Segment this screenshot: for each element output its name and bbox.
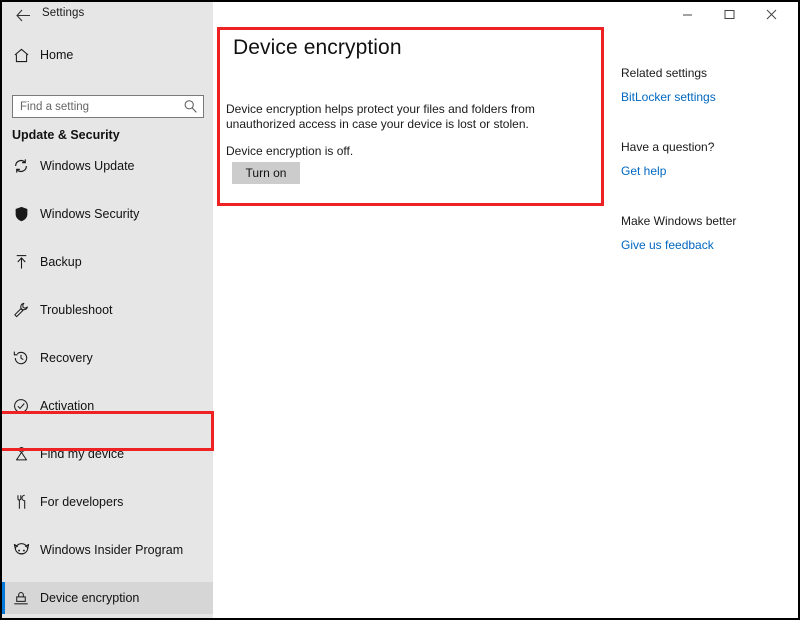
sidebar-item-label: Activation — [40, 399, 94, 413]
sidebar-item-label: Device encryption — [40, 591, 139, 605]
sidebar-item-troubleshoot[interactable]: Troubleshoot — [2, 294, 213, 326]
sidebar-item-windows-update[interactable]: Windows Update — [2, 150, 213, 182]
sidebar-item-for-developers[interactable]: For developers — [2, 486, 213, 518]
maximize-button[interactable] — [710, 2, 748, 27]
back-arrow-icon[interactable] — [10, 4, 36, 26]
have-a-question-heading: Have a question? — [621, 140, 791, 154]
wrench-icon — [2, 302, 40, 318]
make-windows-better-group: Make Windows better Give us feedback — [621, 214, 791, 254]
sidebar-item-label: Recovery — [40, 351, 93, 365]
tools-icon — [2, 494, 40, 510]
sidebar-item-windows-insider-program[interactable]: Windows Insider Program — [2, 534, 213, 566]
sidebar-item-label: Backup — [40, 255, 82, 269]
sidebar-item-label: Troubleshoot — [40, 303, 113, 317]
give-us-feedback-link[interactable]: Give us feedback — [621, 238, 714, 252]
sidebar-nav-list: Windows Update Windows Security — [2, 150, 213, 620]
sidebar-item-label: For developers — [40, 495, 123, 509]
make-windows-better-heading: Make Windows better — [621, 214, 791, 228]
search-box[interactable] — [12, 95, 204, 118]
sidebar-item-label: Windows Update — [40, 159, 135, 173]
sidebar: Home Update & Security — [2, 28, 213, 618]
upload-arrow-icon — [2, 254, 40, 270]
ninja-cat-icon — [2, 543, 40, 558]
page-title: Device encryption — [233, 36, 402, 60]
sidebar-item-device-encryption[interactable]: Device encryption — [2, 582, 213, 614]
sidebar-item-label: Windows Insider Program — [40, 543, 183, 557]
bitlocker-settings-link[interactable]: BitLocker settings — [621, 90, 716, 104]
sidebar-item-label: Find my device — [40, 447, 124, 461]
get-help-link[interactable]: Get help — [621, 164, 666, 178]
minimize-button[interactable] — [668, 2, 706, 27]
close-button[interactable] — [752, 2, 790, 27]
history-clock-icon — [2, 350, 40, 366]
sidebar-item-backup[interactable]: Backup — [2, 246, 213, 278]
settings-window: Settings Home — [0, 0, 800, 620]
sidebar-item-find-my-device[interactable]: Find my device — [2, 438, 213, 470]
sidebar-item-recovery[interactable]: Recovery — [2, 342, 213, 374]
related-settings-panel: Related settings BitLocker settings Have… — [621, 66, 791, 288]
encryption-status-text: Device encryption is off. — [226, 144, 353, 158]
description-text: Device encryption helps protect your fil… — [226, 102, 556, 132]
app-title: Settings — [42, 7, 84, 19]
turn-on-button[interactable]: Turn on — [232, 162, 300, 184]
sidebar-item-activation[interactable]: Activation — [2, 390, 213, 422]
title-bar: Settings — [2, 2, 798, 28]
related-settings-group: Related settings BitLocker settings — [621, 66, 791, 106]
sidebar-item-label-home: Home — [40, 48, 73, 62]
sync-icon — [2, 158, 40, 174]
check-circle-icon — [2, 398, 40, 414]
related-settings-heading: Related settings — [621, 66, 791, 80]
home-icon — [2, 47, 40, 64]
sidebar-item-windows-security[interactable]: Windows Security — [2, 198, 213, 230]
shield-icon — [2, 206, 40, 222]
sidebar-category-title: Update & Security — [12, 128, 120, 142]
sidebar-item-label: Windows Security — [40, 207, 139, 221]
have-a-question-group: Have a question? Get help — [621, 140, 791, 180]
sidebar-item-home[interactable]: Home — [2, 39, 213, 71]
encryption-lock-icon — [2, 591, 40, 606]
search-icon[interactable] — [183, 99, 198, 114]
location-pin-icon — [2, 446, 40, 462]
search-input[interactable] — [20, 96, 180, 117]
main-content: Device encryption Device encryption help… — [213, 28, 798, 618]
